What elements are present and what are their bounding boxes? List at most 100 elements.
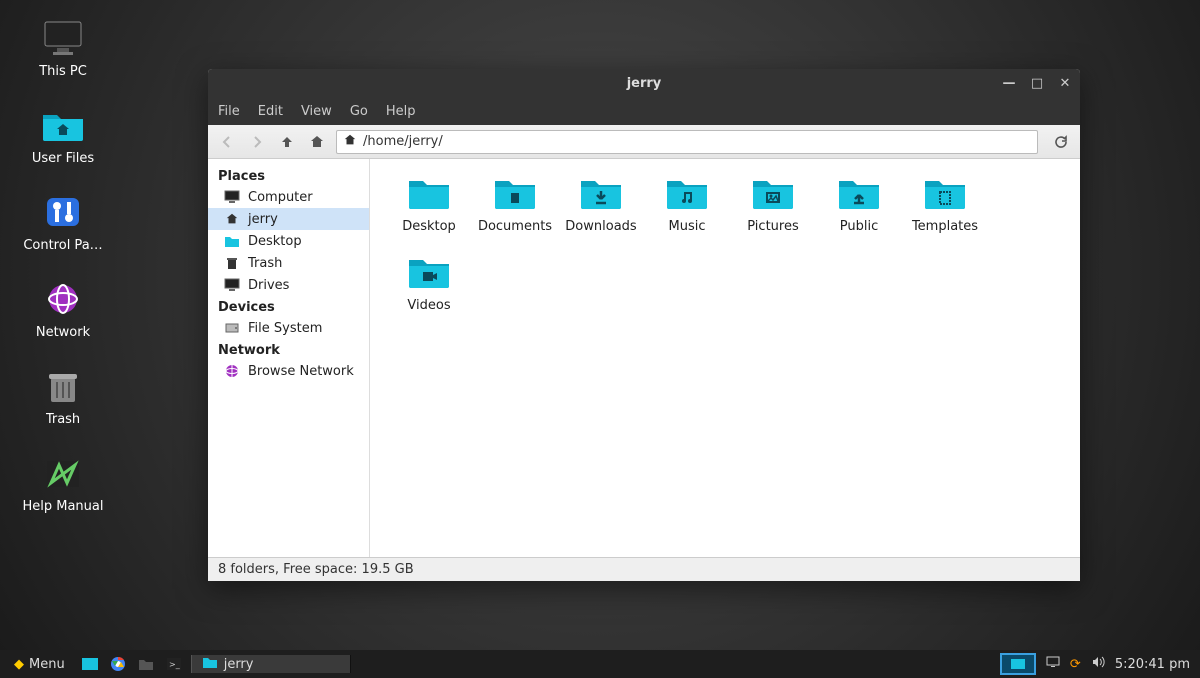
folder-icon <box>224 233 240 249</box>
folder-item-label: Videos <box>407 298 450 313</box>
desktop-icon-label: This PC <box>39 64 87 79</box>
window-minimize-button[interactable]: — <box>1002 76 1016 90</box>
desktop-icon-user-files[interactable]: User Files <box>18 105 108 166</box>
tray-display-icon[interactable] <box>1046 656 1060 672</box>
map-icon <box>39 453 87 493</box>
folder-item-music[interactable]: Music <box>644 173 730 234</box>
path-input[interactable]: /home/jerry/ <box>336 130 1038 154</box>
folder-item-pictures[interactable]: Pictures <box>730 173 816 234</box>
folder-item-templates[interactable]: Templates <box>902 173 988 234</box>
disk-icon <box>224 320 240 336</box>
sidebar-item-browse-network[interactable]: Browse Network <box>208 360 369 382</box>
svg-text:>_: >_ <box>169 660 181 669</box>
menu-go[interactable]: Go <box>350 104 368 119</box>
folder-item-downloads[interactable]: Downloads <box>558 173 644 234</box>
globe-icon <box>224 363 240 379</box>
nav-home-button[interactable] <box>306 131 328 153</box>
menu-edit[interactable]: Edit <box>258 104 283 119</box>
sidebar-item-desktop[interactable]: Desktop <box>208 230 369 252</box>
window-title: jerry <box>627 76 662 91</box>
monitor-icon <box>224 277 240 293</box>
launcher-chrome[interactable] <box>107 653 129 675</box>
file-manager-window: jerry — □ ✕ File Edit View Go Help /home… <box>208 69 1080 581</box>
home-icon <box>224 211 240 227</box>
trash-icon <box>39 366 87 406</box>
nav-forward-button[interactable] <box>246 131 268 153</box>
taskbar-task-label: jerry <box>224 657 254 672</box>
folder-item-label: Downloads <box>565 219 636 234</box>
desktop-icon-this-pc[interactable]: This PC <box>18 18 108 79</box>
desktop-icon-label: Control Pa… <box>23 238 102 253</box>
toolbar: /home/jerry/ <box>208 125 1080 159</box>
folder-icon <box>491 173 539 213</box>
folder-item-label: Templates <box>912 219 978 234</box>
folder-home-icon <box>39 105 87 145</box>
desktop-icon-trash[interactable]: Trash <box>18 366 108 427</box>
menu-help[interactable]: Help <box>386 104 416 119</box>
folder-item-label: Desktop <box>402 219 456 234</box>
start-menu-label: Menu <box>29 657 65 672</box>
window-titlebar[interactable]: jerry — □ ✕ <box>208 69 1080 97</box>
folder-item-label: Public <box>840 219 878 234</box>
folder-item-label: Music <box>669 219 706 234</box>
sidebar-item-label: Drives <box>248 278 289 293</box>
desktop-icon-label: Network <box>36 325 90 340</box>
tray-volume-icon[interactable] <box>1091 656 1105 672</box>
desktop-icon-label: Help Manual <box>22 499 103 514</box>
folder-icon <box>663 173 711 213</box>
launcher-show-desktop[interactable] <box>79 653 101 675</box>
desktop-icon-label: Trash <box>46 412 80 427</box>
globe-icon <box>39 279 87 319</box>
sidebar-item-label: Browse Network <box>248 364 354 379</box>
monitor-icon <box>39 18 87 58</box>
folder-view[interactable]: Desktop Documents Downloads Music Pictures Pu… <box>370 159 1080 557</box>
folder-item-desktop[interactable]: Desktop <box>386 173 472 234</box>
sidebar-item-label: Trash <box>248 256 282 271</box>
menu-view[interactable]: View <box>301 104 332 119</box>
penguin-icon: ◆ <box>14 657 24 672</box>
folder-icon <box>835 173 883 213</box>
home-icon <box>343 133 357 151</box>
taskbar-task-jerry[interactable]: jerry <box>191 655 351 673</box>
sidebar-item-filesystem[interactable]: File System <box>208 317 369 339</box>
clock[interactable]: 5:20:41 pm <box>1115 657 1190 672</box>
system-tray: ⟳ 5:20:41 pm <box>1036 656 1200 672</box>
desktop-icons: This PC User Files Control Pa… Network T… <box>18 18 108 540</box>
statusbar: 8 folders, Free space: 19.5 GB <box>208 557 1080 581</box>
sidebar-item-label: Desktop <box>248 234 302 249</box>
sidebar-item-computer[interactable]: Computer <box>208 186 369 208</box>
sidebar-item-home[interactable]: jerry <box>208 208 369 230</box>
menu-file[interactable]: File <box>218 104 240 119</box>
sidebar-item-label: jerry <box>248 212 278 227</box>
folder-icon <box>405 173 453 213</box>
launcher-terminal[interactable]: >_ <box>163 653 185 675</box>
show-desktop-button[interactable] <box>1000 653 1036 675</box>
window-maximize-button[interactable]: □ <box>1030 76 1044 90</box>
folder-item-public[interactable]: Public <box>816 173 902 234</box>
start-menu-button[interactable]: ◆ Menu <box>6 657 73 672</box>
desktop-icon-network[interactable]: Network <box>18 279 108 340</box>
sidebar-item-trash[interactable]: Trash <box>208 252 369 274</box>
taskbar: ◆ Menu >_ jerry ⟳ 5:20:41 pm <box>0 650 1200 678</box>
desktop-icon-label: User Files <box>32 151 94 166</box>
folder-item-documents[interactable]: Documents <box>472 173 558 234</box>
folder-item-videos[interactable]: Videos <box>386 252 472 313</box>
status-text: 8 folders, Free space: 19.5 GB <box>218 562 414 577</box>
nav-back-button[interactable] <box>216 131 238 153</box>
desktop-icon-control-panel[interactable]: Control Pa… <box>18 192 108 253</box>
nav-up-button[interactable] <box>276 131 298 153</box>
launcher-files[interactable] <box>135 653 157 675</box>
folder-icon <box>202 655 218 673</box>
folder-item-label: Documents <box>478 219 552 234</box>
tray-update-icon[interactable]: ⟳ <box>1070 657 1081 672</box>
sidebar-heading-devices: Devices <box>208 296 369 317</box>
trash-icon <box>224 255 240 271</box>
reload-button[interactable] <box>1050 131 1072 153</box>
folder-icon <box>921 173 969 213</box>
path-text: /home/jerry/ <box>363 134 443 149</box>
folder-item-label: Pictures <box>747 219 798 234</box>
sidebar-item-drives[interactable]: Drives <box>208 274 369 296</box>
sidebar-heading-network: Network <box>208 339 369 360</box>
desktop-icon-help-manual[interactable]: Help Manual <box>18 453 108 514</box>
window-close-button[interactable]: ✕ <box>1058 76 1072 90</box>
